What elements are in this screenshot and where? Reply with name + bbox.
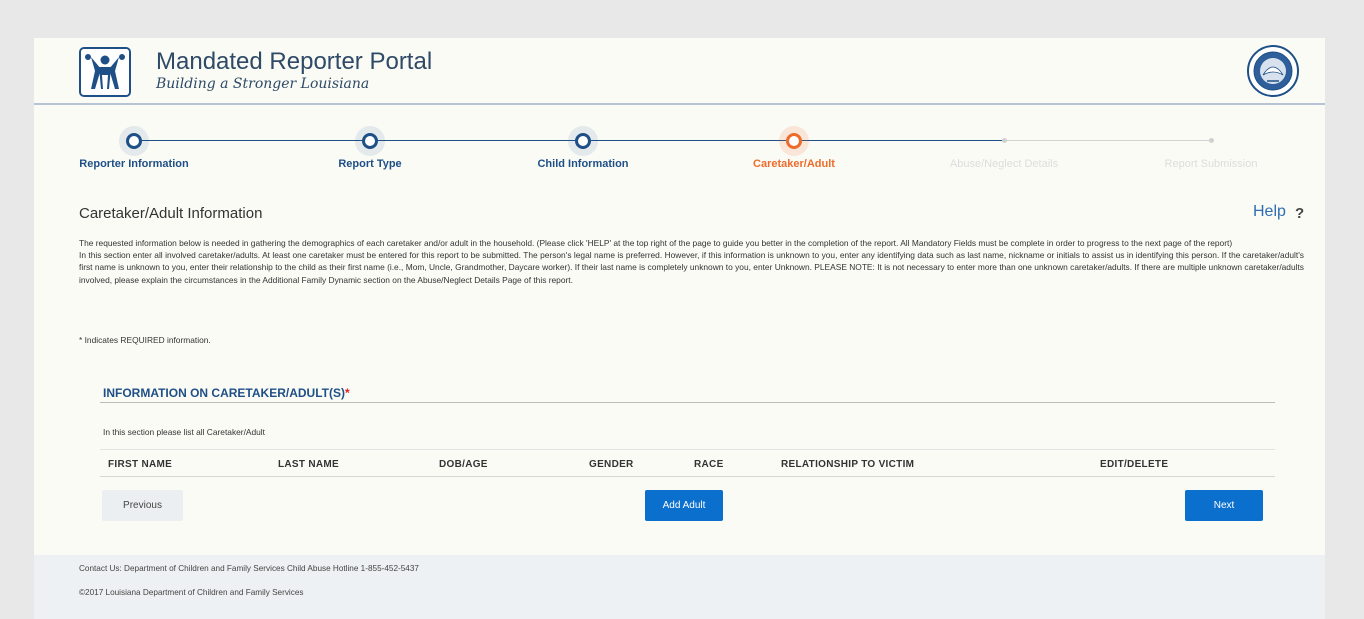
step-child-information-dot[interactable] [575,133,591,149]
column-header-edit-delete: EDIT/DELETE [1100,459,1169,470]
step-abuse-neglect-details-label: Abuse/Neglect Details [949,158,1059,170]
required-info-note: * Indicates REQUIRED information. [79,335,211,345]
stepper-progress-line [134,140,1004,141]
step-report-type-dot[interactable] [362,133,378,149]
step-report-submission-label: Report Submission [1164,158,1258,170]
column-header-dob-age: DOB/AGE [439,459,488,470]
portal-header: Mandated Reporter Portal Building a Stro… [34,38,1325,105]
previous-button[interactable]: Previous [102,490,183,521]
caretaker-section-heading-text: INFORMATION ON CARETAKER/ADULT(S) [103,386,345,400]
page-title: Caretaker/Adult Information [79,205,263,222]
family-logo-icon[interactable] [79,47,131,97]
step-caretaker-adult-dot[interactable] [786,133,802,149]
caretaker-section-heading: INFORMATION ON CARETAKER/ADULT(S)* [103,386,350,400]
next-button[interactable]: Next [1185,490,1263,521]
caretaker-section-note: In this section please list all Caretake… [103,427,265,437]
report-page: Mandated Reporter Portal Building a Stro… [34,38,1325,619]
column-header-first-name: FIRST NAME [108,459,173,470]
section-divider [100,402,1275,403]
required-star: * [344,386,350,400]
step-reporter-information-dot[interactable] [126,133,142,149]
louisiana-state-seal-icon [1247,45,1299,97]
instructions-paragraph-1: The requested information below is neede… [79,238,1233,248]
step-caretaker-adult-label[interactable]: Caretaker/Adult [694,158,894,170]
column-header-last-name: LAST NAME [278,459,340,470]
instructions-paragraph-2: In this section enter all involved caret… [79,250,1304,285]
footer-copyright: ©2017 Louisiana Department of Children a… [79,588,304,597]
help-question-icon[interactable]: ? [1295,205,1304,222]
column-header-race: RACE [694,459,724,470]
stepper-remaining-line [1004,140,1211,141]
step-abuse-neglect-details-dot [1001,138,1007,143]
step-child-information-label[interactable]: Child Information [483,158,683,170]
column-header-relationship: RELATIONSHIP TO VICTIM [781,459,915,470]
portal-title: Mandated Reporter Portal [156,48,433,75]
progress-stepper: Reporter Information Report Type Child I… [34,118,1325,178]
footer-contact: Contact Us: Department of Children and F… [79,564,419,573]
add-adult-button[interactable]: Add Adult [645,490,723,521]
page-footer: Contact Us: Department of Children and F… [34,555,1325,619]
column-header-gender: GENDER [589,459,634,470]
instructions-text: The requested information below is neede… [79,237,1304,286]
caretaker-table-header: FIRST NAME LAST NAME DOB/AGE GENDER RACE… [100,449,1275,477]
help-link[interactable]: Help [1253,203,1286,221]
portal-subtitle: Building a Stronger Louisiana [156,76,370,92]
step-report-submission-dot [1208,138,1214,143]
step-reporter-information-label[interactable]: Reporter Information [34,158,234,170]
step-report-type-label[interactable]: Report Type [270,158,470,170]
